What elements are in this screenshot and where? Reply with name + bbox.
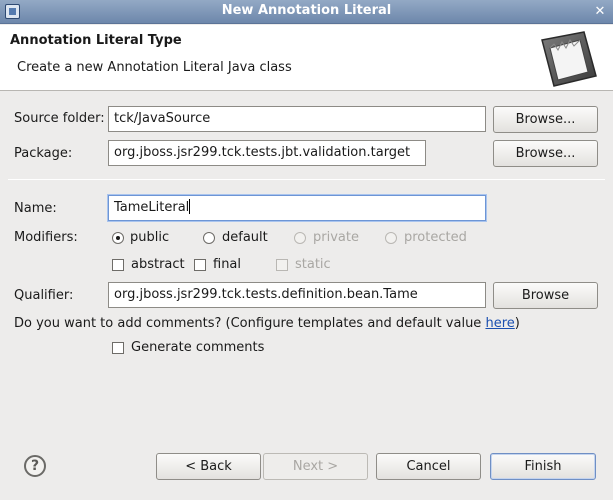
next-button: Next >	[263, 453, 368, 480]
qualifier-browse-button[interactable]: Browse	[493, 282, 598, 309]
back-button[interactable]: < Back	[156, 453, 261, 480]
checkbox-static-label: static	[295, 257, 331, 272]
checkbox-abstract-label: abstract	[131, 257, 185, 272]
cancel-button[interactable]: Cancel	[376, 453, 481, 480]
source-folder-input[interactable]: tck/JavaSource	[108, 106, 486, 132]
radio-default[interactable]	[203, 232, 215, 244]
text-caret	[189, 199, 191, 214]
comments-question-suffix: )	[514, 316, 520, 331]
source-folder-browse-button[interactable]: Browse...	[493, 106, 598, 133]
wizard-banner-icon	[536, 30, 600, 88]
name-input[interactable]: TameLiteral	[108, 195, 486, 221]
comments-question: Do you want to add comments? (Configure …	[14, 316, 520, 331]
section-separator	[8, 179, 605, 180]
window-title: New Annotation Literal	[221, 3, 392, 18]
page-description: Create a new Annotation Literal Java cla…	[17, 60, 292, 75]
checkbox-final-label: final	[213, 257, 242, 272]
checkbox-final[interactable]	[194, 259, 206, 271]
help-icon[interactable]: ?	[24, 455, 46, 477]
package-label: Package:	[14, 146, 73, 161]
radio-public-label: public	[130, 230, 170, 245]
title-bar: New Annotation Literal ✕	[0, 0, 613, 24]
radio-protected-label: protected	[404, 230, 467, 245]
radio-private-label: private	[313, 230, 359, 245]
package-browse-button[interactable]: Browse...	[493, 140, 598, 167]
radio-public[interactable]	[112, 232, 124, 244]
package-input[interactable]: org.jboss.jsr299.tck.tests.jbt.validatio…	[108, 140, 426, 166]
finish-button[interactable]: Finish	[490, 453, 596, 480]
checkbox-generate-comments-label: Generate comments	[131, 340, 265, 355]
page-title: Annotation Literal Type	[10, 33, 182, 48]
checkbox-generate-comments[interactable]	[112, 342, 124, 354]
radio-default-label: default	[222, 230, 268, 245]
radio-protected	[385, 232, 397, 244]
close-icon[interactable]: ✕	[592, 4, 608, 20]
checkbox-abstract[interactable]	[112, 259, 124, 271]
qualifier-input[interactable]: org.jboss.jsr299.tck.tests.definition.be…	[108, 282, 486, 308]
modifiers-label: Modifiers:	[14, 230, 78, 245]
name-input-value: TameLiteral	[114, 200, 190, 215]
source-folder-label: Source folder:	[14, 111, 105, 126]
checkbox-static	[276, 259, 288, 271]
comments-question-text: Do you want to add comments? (Configure …	[14, 316, 486, 331]
name-label: Name:	[14, 201, 57, 216]
radio-private	[294, 232, 306, 244]
qualifier-label: Qualifier:	[14, 288, 74, 303]
configure-templates-link[interactable]: here	[485, 316, 514, 331]
